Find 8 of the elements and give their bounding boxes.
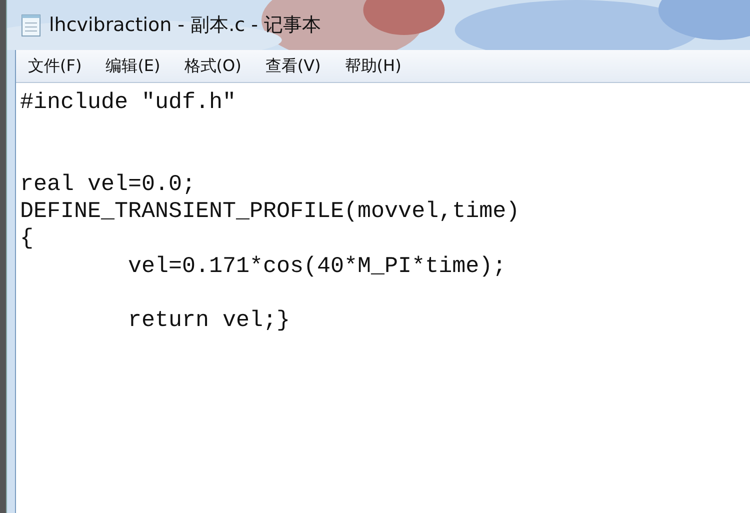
window-title: lhcvibraction - 副本.c - 记事本 <box>49 13 322 38</box>
notepad-icon <box>21 13 41 37</box>
code-text: #include ″udf.h″ real vel=0.0; DEFINE_TRANSIENT_PROFILE(movvel,time) { vel=0.171*cos(40*M_PI*time); return vel;} <box>20 89 521 335</box>
menu-item[interactable]: 格式(O) <box>184 56 242 76</box>
menu-item[interactable]: 查看(V) <box>265 56 321 76</box>
menu-item[interactable]: 帮助(H) <box>344 56 402 76</box>
menu-item[interactable]: 编辑(E) <box>106 56 160 76</box>
menu-item[interactable]: 文件(F) <box>28 56 82 76</box>
